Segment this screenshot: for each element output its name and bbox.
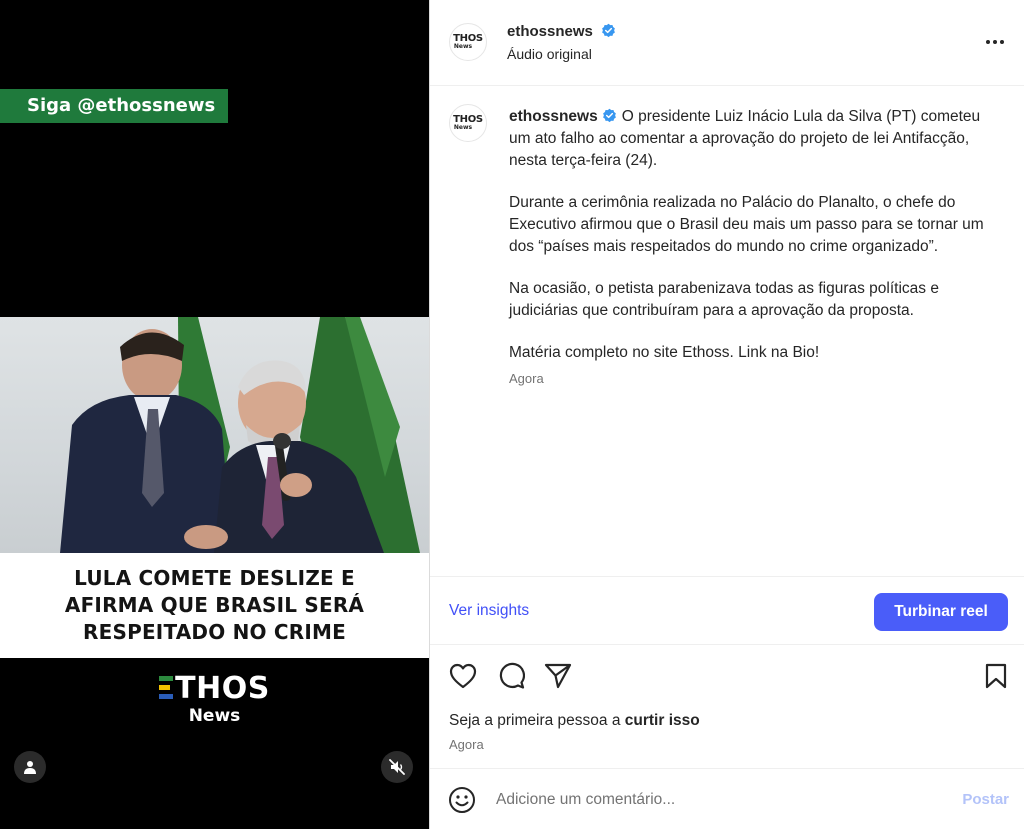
caption-timestamp: Agora <box>509 371 544 386</box>
bookmark-icon <box>985 663 1007 689</box>
action-bar <box>430 655 1024 699</box>
more-options-button[interactable] <box>983 30 1007 54</box>
user-icon <box>24 761 36 774</box>
emoji-icon <box>449 787 475 813</box>
headline-line: LULA COMETE DESLIZE E <box>74 566 355 590</box>
post-panel: THOS News ethossnews Áudio original THOS… <box>429 0 1024 829</box>
emoji-button[interactable] <box>448 786 476 814</box>
send-icon <box>544 663 572 689</box>
caption-area: THOS News ethossnews O presidente Luiz I… <box>430 86 1024 576</box>
post-comment-button[interactable]: Postar <box>962 791 1009 808</box>
caption-avatar[interactable]: THOS News <box>449 104 487 142</box>
like-this-link[interactable]: curtir isso <box>625 712 700 729</box>
post-header: THOS News ethossnews Áudio original <box>430 0 1024 86</box>
audio-link[interactable]: Áudio original <box>507 46 616 62</box>
header-username[interactable]: ethossnews <box>507 23 593 40</box>
caption-text: ethossnews O presidente Luiz Inácio Lula… <box>509 106 1004 390</box>
likes-summary: Seja a primeira pessoa a curtir isso <box>449 712 700 729</box>
post-timestamp: Agora <box>449 737 484 752</box>
verified-badge-icon <box>602 23 616 38</box>
caption-paragraph: Na ocasião, o petista parabenizava todas… <box>509 280 939 319</box>
reel-video[interactable]: Siga @ethossnews LULA COMETE DESLIZE E A… <box>0 0 429 829</box>
more-horizontal-icon <box>986 40 1004 44</box>
follow-banner: Siga @ethossnews <box>0 89 228 123</box>
like-button[interactable] <box>448 661 478 691</box>
headline-line: RESPEITADO NO CRIME <box>83 620 346 644</box>
comment-icon <box>499 662 525 689</box>
avatar[interactable]: THOS News <box>449 23 487 61</box>
ethos-news-logo: THOS News <box>0 672 429 726</box>
caption-paragraph: Matéria completo no site Ethoss. Link na… <box>509 344 820 361</box>
comment-button[interactable] <box>496 661 526 691</box>
mute-button[interactable] <box>381 751 413 783</box>
video-frame-image <box>0 317 429 553</box>
save-button[interactable] <box>981 661 1011 691</box>
boost-reel-button[interactable]: Turbinar reel <box>874 593 1008 631</box>
speaker-muted-icon <box>389 759 405 775</box>
video-headline: LULA COMETE DESLIZE E AFIRMA QUE BRASIL … <box>0 553 429 658</box>
insights-bar: Ver insights Turbinar reel <box>430 576 1024 645</box>
heart-icon <box>449 663 477 689</box>
logo-e-mark <box>159 676 174 700</box>
view-insights-link[interactable]: Ver insights <box>449 602 529 620</box>
verified-badge-icon <box>602 108 616 123</box>
comment-bar: Postar <box>430 768 1024 829</box>
comment-input[interactable] <box>496 789 926 811</box>
headline-line: AFIRMA QUE BRASIL SERÁ <box>64 593 365 617</box>
caption-paragraph: Durante a cerimônia realizada no Palácio… <box>509 194 984 255</box>
share-button[interactable] <box>543 661 573 691</box>
caption-username[interactable]: ethossnews <box>509 108 598 125</box>
user-tag-button[interactable] <box>14 751 46 783</box>
